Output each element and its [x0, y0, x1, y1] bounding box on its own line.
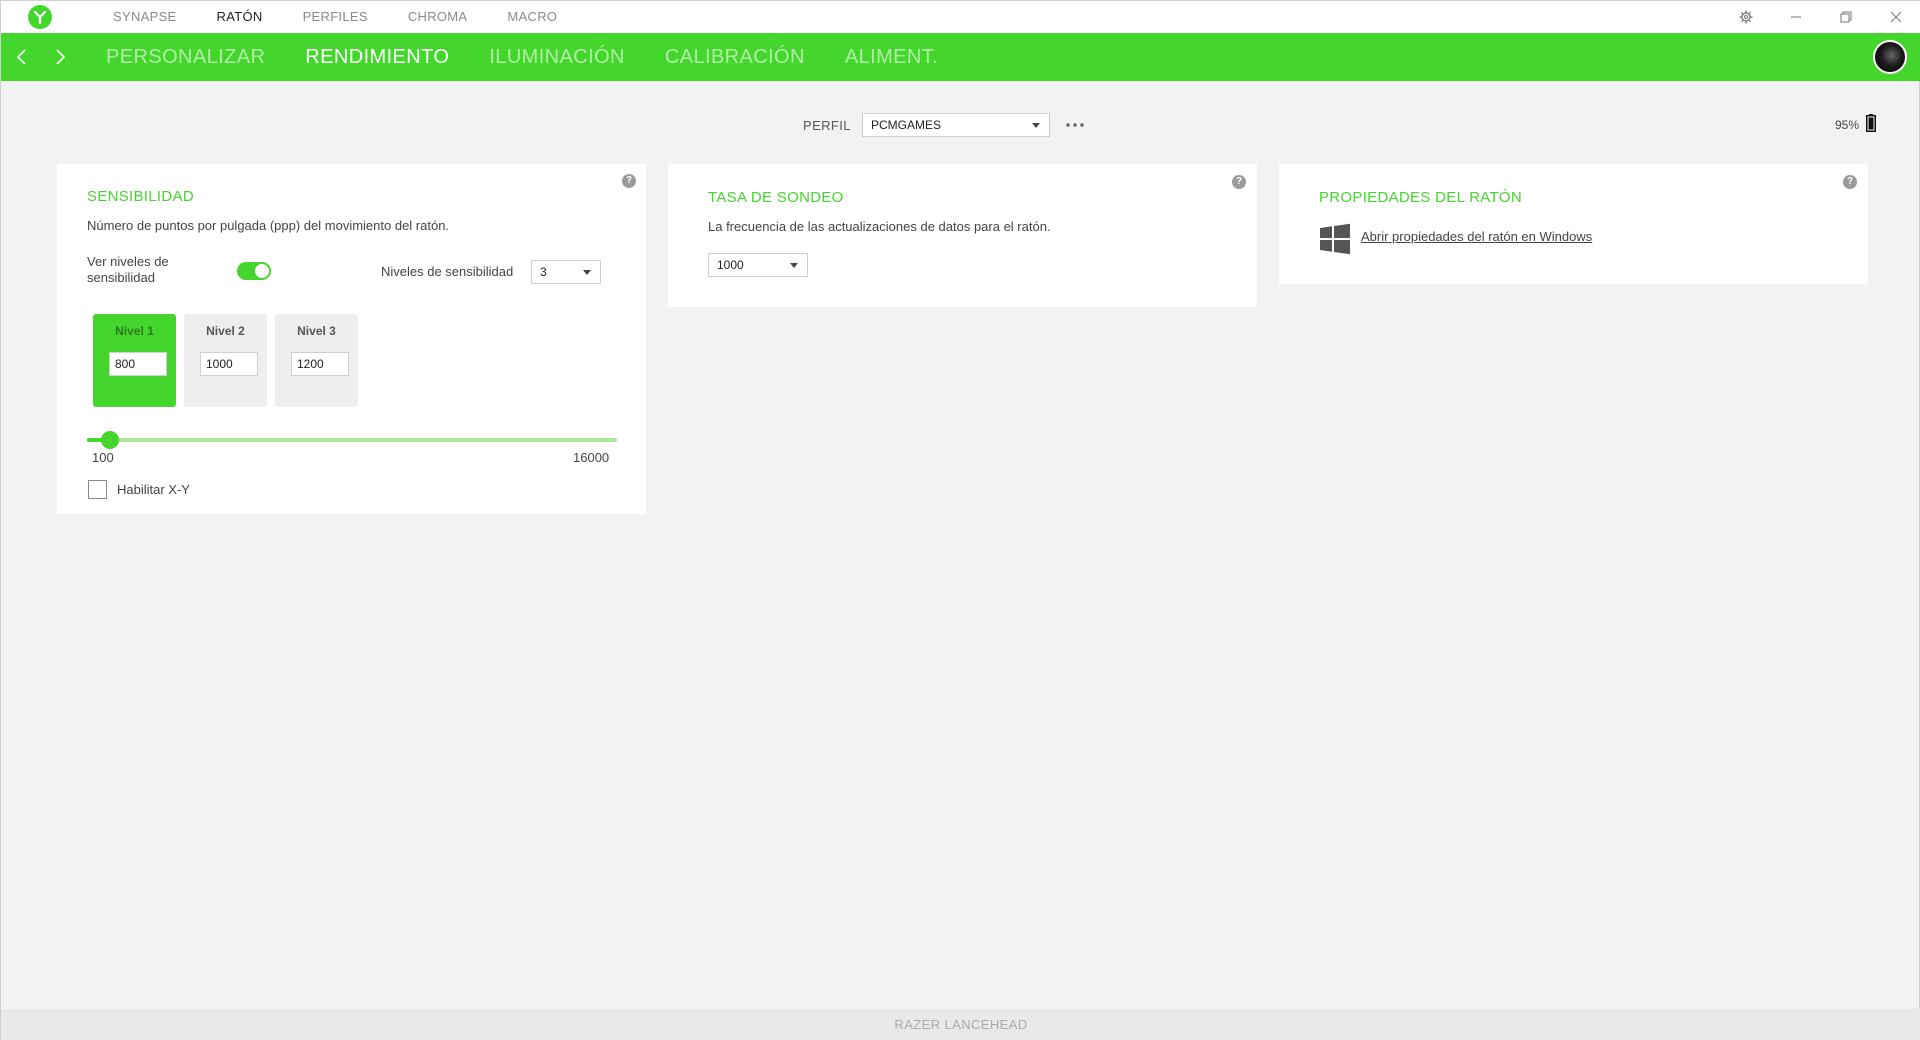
- polling-title: TASA DE SONDEO: [708, 189, 844, 206]
- enable-xy-checkbox[interactable]: [88, 480, 107, 499]
- settings-button[interactable]: [1721, 1, 1771, 33]
- level-1-name: Nivel 1: [115, 324, 154, 338]
- gear-icon: [1739, 10, 1753, 24]
- tab-rendimiento[interactable]: RENDIMIENTO: [285, 33, 469, 81]
- more-options-icon[interactable]: [1064, 115, 1086, 135]
- help-icon[interactable]: ?: [622, 174, 636, 188]
- profile-select-value: PCMGAMES: [871, 118, 942, 132]
- forward-arrow-icon[interactable]: [48, 45, 72, 69]
- dpi-slider-thumb[interactable]: [101, 431, 120, 449]
- topnav-item-synapse[interactable]: SYNAPSE: [93, 1, 197, 33]
- restore-icon: [1840, 11, 1852, 23]
- level-card-2[interactable]: Nivel 2: [184, 314, 267, 407]
- chevron-down-icon: [1032, 123, 1040, 128]
- battery-level: 95%: [1835, 118, 1860, 132]
- device-avatar[interactable]: [1873, 40, 1907, 74]
- level-1-input[interactable]: [109, 352, 167, 376]
- tab-iluminacion[interactable]: ILUMINACIÓN: [469, 33, 645, 81]
- battery-icon: [1866, 114, 1876, 132]
- tab-calibracion[interactable]: CALIBRACIÓN: [645, 33, 825, 81]
- sub-nav: PERSONALIZAR RENDIMIENTO ILUMINACIÓN CAL…: [1, 33, 1920, 81]
- windows-logo-icon: [1320, 223, 1350, 255]
- sub-tabs: PERSONALIZAR RENDIMIENTO ILUMINACIÓN CAL…: [86, 33, 958, 81]
- chevron-down-icon: [790, 263, 798, 268]
- sensitivity-description: Número de puntos por pulgada (ppp) del m…: [87, 218, 450, 233]
- open-windows-mouse-properties-link[interactable]: Abrir propiedades del ratón en Windows: [1361, 229, 1592, 244]
- toggle-levels-label: Ver niveles de sensibilidad: [87, 254, 169, 285]
- polling-description: La frecuencia de las actualizaciones de …: [708, 219, 1051, 234]
- polling-rate-value: 1000: [717, 258, 744, 272]
- tab-aliment[interactable]: ALIMENT.: [825, 33, 958, 81]
- topnav-item-perfiles[interactable]: PERFILES: [283, 1, 388, 33]
- minimize-button[interactable]: [1771, 1, 1821, 33]
- polling-rate-select[interactable]: 1000: [708, 253, 808, 277]
- tab-personalizar[interactable]: PERSONALIZAR: [86, 33, 285, 81]
- topnav-item-chroma[interactable]: CHROMA: [388, 1, 488, 33]
- level-2-name: Nivel 2: [206, 324, 245, 338]
- dpi-slider[interactable]: [87, 431, 617, 449]
- topnav-item-raton[interactable]: RATÓN: [197, 1, 283, 33]
- mouse-properties-card: PROPIEDADES DEL RATÓN ? Abrir propiedade…: [1279, 164, 1868, 284]
- profile-select[interactable]: PCMGAMES: [862, 113, 1050, 137]
- back-arrow-icon[interactable]: [10, 45, 34, 69]
- status-bar-device-name: RAZER LANCEHEAD: [1, 1009, 1920, 1040]
- app-window: SYNAPSE RATÓN PERFILES CHROMA MACRO PERS…: [0, 0, 1920, 1040]
- level-2-input[interactable]: [200, 352, 258, 376]
- help-icon[interactable]: ?: [1843, 175, 1857, 189]
- toggle-knob: [255, 264, 269, 278]
- sensitivity-card: SENSIBILIDAD ? Número de puntos por pulg…: [57, 164, 646, 514]
- close-icon: [1890, 11, 1902, 23]
- top-nav: SYNAPSE RATÓN PERFILES CHROMA MACRO: [93, 1, 577, 33]
- enable-xy-label: Habilitar X-Y: [117, 482, 190, 497]
- toggle-levels-switch[interactable]: [237, 262, 271, 280]
- polling-card: TASA DE SONDEO ? La frecuencia de las ac…: [668, 164, 1257, 307]
- minimize-icon: [1791, 16, 1801, 18]
- levels-count-label: Niveles de sensibilidad: [381, 264, 514, 279]
- razer-logo-icon[interactable]: [28, 5, 52, 29]
- topnav-item-macro[interactable]: MACRO: [487, 1, 577, 33]
- window-controls: [1721, 1, 1920, 33]
- chevron-down-icon: [583, 270, 591, 275]
- restore-button[interactable]: [1821, 1, 1871, 33]
- sensitivity-title: SENSIBILIDAD: [87, 188, 194, 205]
- level-3-name: Nivel 3: [297, 324, 336, 338]
- profile-label: PERFIL: [803, 118, 851, 133]
- dpi-slider-min: 100: [92, 450, 114, 465]
- help-icon[interactable]: ?: [1232, 175, 1246, 189]
- mouse-properties-title: PROPIEDADES DEL RATÓN: [1319, 189, 1523, 206]
- level-3-input[interactable]: [291, 352, 349, 376]
- level-card-1[interactable]: Nivel 1: [93, 314, 176, 407]
- close-button[interactable]: [1871, 1, 1920, 33]
- levels-count-select[interactable]: 3: [531, 260, 601, 284]
- title-bar: SYNAPSE RATÓN PERFILES CHROMA MACRO: [1, 1, 1920, 33]
- levels-count-value: 3: [540, 265, 547, 279]
- dpi-slider-max: 16000: [573, 450, 610, 465]
- level-card-3[interactable]: Nivel 3: [275, 314, 358, 407]
